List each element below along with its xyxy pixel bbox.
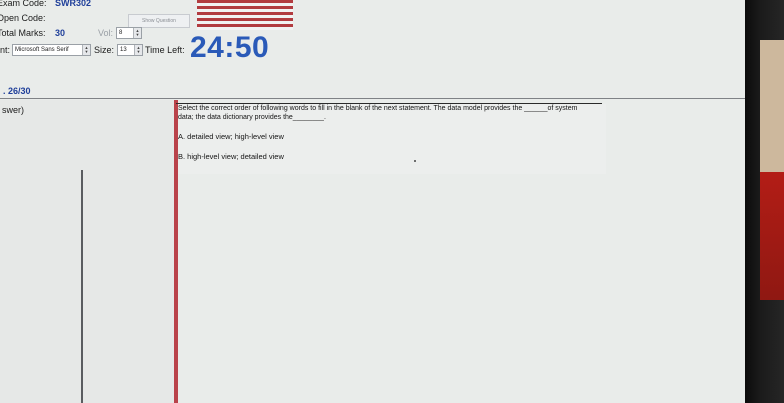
exam-code-value: SWR302	[55, 0, 92, 8]
total-marks-label: Total Marks:	[0, 28, 46, 38]
answer-panel-label: swer)	[2, 105, 24, 115]
font-label: nt:	[0, 45, 11, 55]
spinner-arrows-icon[interactable]: ▲ ▼	[133, 28, 141, 38]
cursor-dot	[414, 160, 416, 162]
option-b[interactable]: B. high-level view; detailed view	[178, 152, 284, 161]
volume-stepper[interactable]: 8 ▲ ▼	[116, 27, 142, 39]
option-a[interactable]: A. detailed view; high-level view	[178, 132, 284, 141]
background-object	[760, 172, 784, 300]
background-wall	[760, 40, 784, 172]
open-code-label: Open Code:	[0, 13, 46, 23]
font-selector[interactable]: Microsoft Sans Serif ▲ ▼	[12, 44, 91, 56]
size-stepper[interactable]: 13 ▲ ▼	[117, 44, 143, 56]
answer-panel	[0, 100, 176, 403]
exam-code-label: Exam Code:	[0, 0, 47, 8]
question-text: Select the correct order of following wo…	[178, 105, 578, 121]
volume-label: Vol:	[98, 28, 114, 38]
size-value: 13	[120, 47, 127, 53]
question-progress: . 26/30	[3, 86, 31, 96]
show-question-button[interactable]: Show Question	[128, 14, 190, 28]
flag-image	[197, 0, 293, 30]
countdown-timer: 24:50	[190, 31, 270, 64]
time-left-label: Time Left:	[145, 45, 185, 55]
exam-window: Exam Code: SWR302 Open Code: Show Questi…	[0, 0, 745, 403]
spinner-arrows-icon[interactable]: ▲ ▼	[134, 45, 142, 55]
spinner-arrows-icon[interactable]: ▲ ▼	[82, 45, 90, 55]
size-label: Size:	[94, 45, 115, 55]
font-value: Microsoft Sans Serif	[15, 47, 69, 53]
volume-value: 8	[119, 30, 123, 36]
panel-splitter[interactable]	[81, 170, 83, 403]
header-divider	[0, 98, 745, 99]
total-marks-value: 30	[55, 28, 66, 38]
